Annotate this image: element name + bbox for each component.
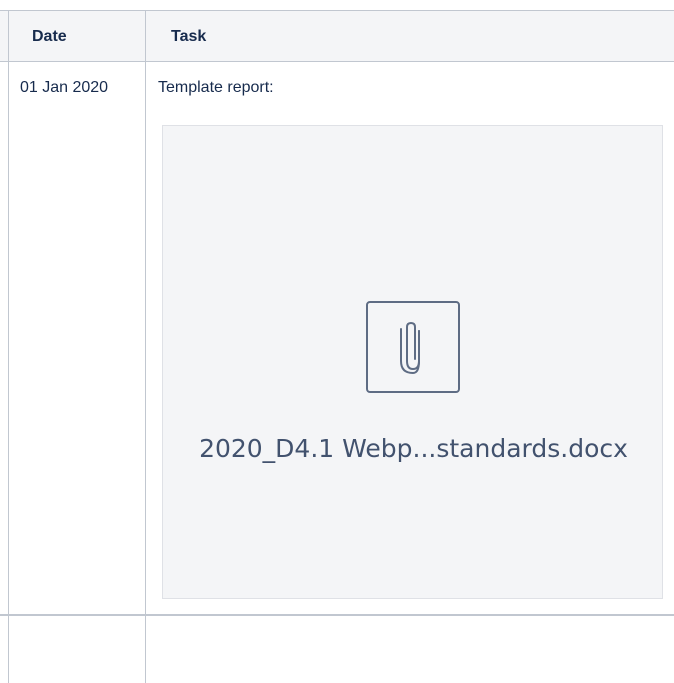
header-date: Date bbox=[32, 28, 67, 45]
paperclip-icon bbox=[400, 321, 420, 375]
header-task: Task bbox=[171, 28, 207, 45]
table-left-border bbox=[8, 10, 9, 683]
attachment-icon-frame bbox=[366, 301, 460, 393]
column-divider bbox=[145, 10, 146, 683]
table-header-row bbox=[0, 10, 674, 62]
row-divider bbox=[0, 614, 674, 616]
row-date-cell: 01 Jan 2020 bbox=[20, 79, 109, 96]
row-task-label: Template report: bbox=[158, 79, 274, 96]
page-table: Date Task 01 Jan 2020 Template report: 2… bbox=[0, 0, 674, 683]
attachment-preview[interactable]: 2020_D4.1 Webp...standards.docx bbox=[162, 125, 663, 599]
attachment-file-name[interactable]: 2020_D4.1 Webp...standards.docx bbox=[163, 434, 664, 463]
